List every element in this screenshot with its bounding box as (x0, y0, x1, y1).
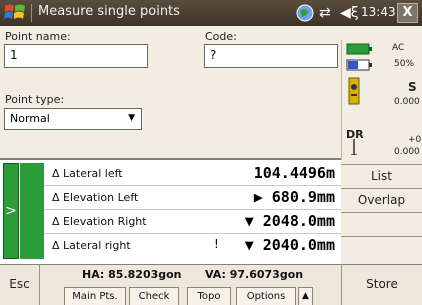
side-button-empty[interactable] (341, 212, 422, 236)
measurement-row: Δ Lateral right ! ▼ 2040.0mm (44, 234, 341, 258)
connectivity-icon[interactable]: ⇄ (319, 3, 331, 23)
tab-options[interactable]: Options (236, 287, 296, 305)
tab-scroll-up-icon[interactable]: ▲ (298, 287, 313, 305)
power-label: AC (392, 43, 405, 53)
chevron-down-icon: ▼ (128, 113, 135, 123)
close-button[interactable]: X (397, 3, 418, 23)
measurement-value: ▶ 680.9mm (253, 188, 335, 206)
collapse-arrow-button[interactable]: > (3, 163, 19, 259)
measurement-value: ▼ 2048.0mm (244, 212, 335, 230)
point-name-field[interactable]: 1 (4, 44, 148, 68)
windows-logo-icon[interactable] (3, 2, 27, 24)
measurement-label: Δ Lateral left (52, 167, 123, 180)
list-button[interactable]: List (341, 164, 422, 188)
s-label: S (408, 80, 417, 94)
overlap-button[interactable]: Overlap (341, 188, 422, 212)
measurement-row: Δ Elevation Right ▼ 2048.0mm (44, 210, 341, 234)
dr-value: 0.000 (394, 147, 420, 157)
window-title: Measure single points (38, 4, 180, 19)
va-readout: VA: 97.6073gon (205, 268, 304, 281)
tab-check[interactable]: Check (129, 287, 179, 305)
warning-indicator: ! (214, 237, 219, 251)
measurement-label: Δ Elevation Left (52, 191, 139, 204)
volume-icon[interactable]: ◀ξ (340, 3, 359, 23)
globe-icon[interactable] (296, 4, 314, 22)
title-separator (31, 4, 32, 22)
ha-readout: HA: 85.8203gon (82, 268, 182, 281)
tab-main-points[interactable]: Main Pts. (64, 287, 126, 305)
battery-label: 50% (394, 59, 415, 69)
point-type-select[interactable]: Normal ▼ (4, 108, 142, 130)
measurement-label: Δ Elevation Right (52, 215, 147, 228)
measurement-value: ▼ 2040.0mm (244, 236, 335, 254)
point-type-value: Normal (10, 112, 50, 125)
measurement-row: Δ Lateral left 104.4496m (44, 162, 341, 186)
code-field[interactable]: ? (204, 44, 338, 68)
dr-offset: +0 (408, 135, 422, 145)
title-bar: Measure single points ⇄ ◀ξ 13:43 X (0, 0, 422, 26)
power-plug-icon (346, 43, 372, 55)
side-button-empty[interactable] (341, 236, 422, 260)
esc-button[interactable]: Esc (0, 264, 40, 305)
measure-status-bar (20, 163, 44, 259)
code-label: Code: (205, 30, 237, 43)
point-name-label: Point name: (5, 30, 71, 43)
instrument-icon (348, 77, 360, 105)
measurement-label: Δ Lateral right (52, 239, 131, 252)
point-type-label: Point type: (5, 93, 65, 106)
measurement-value: 104.4496m (253, 164, 335, 182)
battery-icon (346, 59, 372, 71)
tab-topo[interactable]: Topo (187, 287, 231, 305)
measurement-row: Δ Elevation Left ▶ 680.9mm (44, 186, 341, 210)
reflector-icon (351, 139, 357, 155)
clock[interactable]: 13:43 (361, 5, 396, 19)
store-button[interactable]: Store (341, 264, 422, 305)
status-panel: AC 50% S 0.000 DR +0 0.000 (341, 40, 422, 160)
s-value: 0.000 (394, 97, 420, 107)
